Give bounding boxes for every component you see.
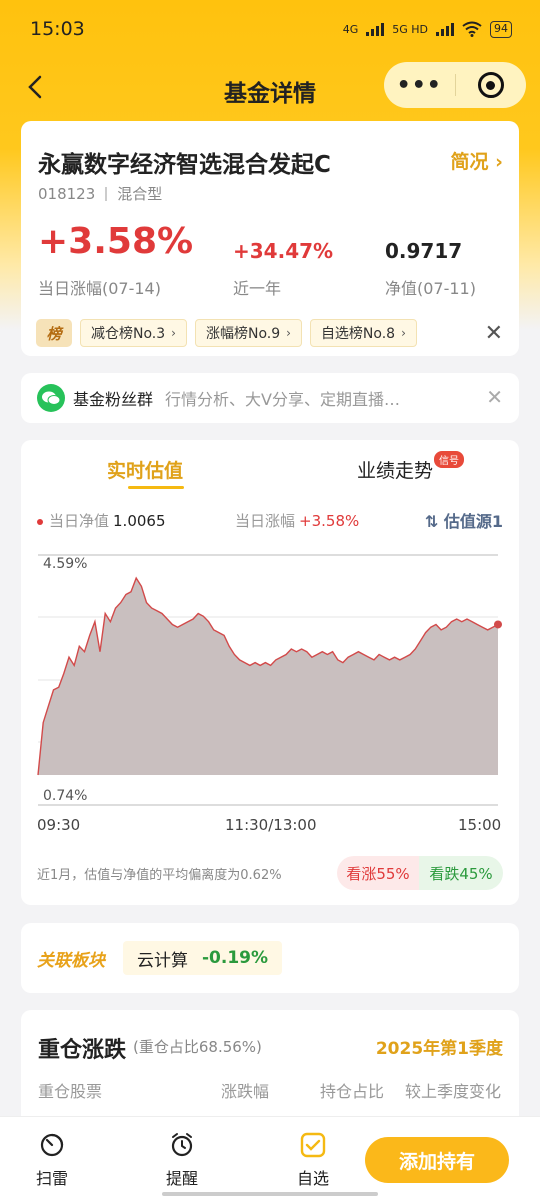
tab-realtime-estimate[interactable]: 实时估值	[107, 456, 183, 483]
estimate-chart-card: 实时估值 业绩走势 信号 当日净值 1.0065 当日涨幅 +3.58% ⇅ 估值源…	[21, 440, 519, 905]
nav-bar: 基金详情 •••	[0, 58, 540, 118]
signal-icon	[366, 22, 385, 36]
y-tick-min: 0.74%	[43, 788, 87, 804]
est-change-label: 当日涨幅	[235, 512, 296, 530]
day-change-label: 当日涨幅(07-14)	[38, 279, 161, 298]
year-change-value: +34.47%	[233, 239, 334, 263]
watchlist-label: 自选	[296, 1169, 329, 1188]
check-square-icon	[299, 1131, 327, 1159]
year-change-label: 近一年	[233, 279, 282, 298]
latest-point	[494, 620, 502, 629]
signal-badge: 信号	[434, 451, 464, 468]
home-indicator	[162, 1192, 378, 1196]
vote-down-button[interactable]: 看跌45%	[419, 856, 503, 890]
holdings-ratio: (重仓占比68.56%)	[133, 1038, 262, 1056]
tag-gain-rank[interactable]: 涨幅榜No.9 ›	[194, 319, 302, 347]
deviation-note: 近1月，估值与净值的平均偏离度为0.62%	[37, 868, 282, 883]
tag-label: 自选榜No.8	[320, 326, 396, 342]
wifi-icon	[462, 21, 482, 37]
related-sector-card: 关联板块 云计算 -0.19%	[21, 923, 519, 993]
tab-performance[interactable]: 业绩走势	[357, 456, 433, 483]
mini-program-capsule: •••	[384, 62, 526, 108]
nav-label: 净值(07-11)	[385, 279, 476, 298]
rank-badge-icon: 榜	[36, 319, 72, 347]
rank-tags: 榜 减仓榜No.3 › 涨幅榜No.9 › 自选榜No.8 ›	[36, 319, 417, 347]
holdings-title: 重仓涨跌	[38, 1038, 127, 1063]
fund-summary-card: 永赢数字经济智选混合发起C 简况 › 018123 混合型 +3.58% +34…	[21, 121, 519, 356]
chevron-right-icon: ›	[286, 326, 291, 340]
x-tick-end: 15:00	[458, 816, 502, 834]
vote-up-button[interactable]: 看涨55%	[337, 856, 419, 890]
battery-icon: 94	[490, 20, 512, 38]
tag-watch-rank[interactable]: 自选榜No.8 ›	[309, 319, 417, 347]
tag-label: 涨幅榜No.9	[205, 326, 281, 342]
day-change-value: +3.58%	[38, 221, 194, 262]
remind-button[interactable]: 提醒	[152, 1131, 212, 1189]
more-icon[interactable]: •••	[384, 73, 455, 98]
sector-change: -0.19%	[202, 948, 269, 968]
status-time: 15:03	[30, 18, 85, 40]
net-5g-label: 5G HD	[392, 22, 428, 36]
fans-group-desc: 行情分析、大V分享、定期直播…	[165, 390, 400, 409]
signal-icon	[436, 22, 454, 36]
fund-name: 永赢数字经济智选混合发起C	[38, 152, 331, 178]
y-tick-max: 4.59%	[43, 556, 87, 572]
alarm-clock-icon	[168, 1131, 196, 1159]
column-header-weight: 持仓占比	[320, 1082, 385, 1101]
nav-value: 0.9717	[385, 239, 463, 263]
remind-label: 提醒	[165, 1169, 198, 1188]
chevron-right-icon: ›	[401, 326, 406, 340]
tag-reduce-rank[interactable]: 减仓榜No.3 ›	[80, 319, 187, 347]
est-nav-label: 当日净值	[49, 512, 110, 530]
close-icon[interactable]: ✕	[486, 385, 503, 409]
active-tab-indicator	[128, 486, 184, 489]
estimate-info-row: 当日净值 1.0065 当日涨幅 +3.58% ⇅ 估值源1	[37, 510, 503, 531]
scan-label: 扫雷	[35, 1169, 68, 1188]
column-header-stock: 重仓股票	[38, 1082, 103, 1101]
add-holding-button[interactable]: 添加持有	[365, 1137, 509, 1183]
chevron-right-icon: ›	[171, 326, 176, 340]
tag-label: 减仓榜No.3	[91, 326, 166, 342]
x-tick-start: 09:30	[37, 816, 81, 834]
net-4g-label: 4G	[342, 22, 359, 36]
estimate-area	[38, 578, 498, 775]
est-nav-value: 1.0065	[113, 512, 166, 530]
sector-name: 云计算	[137, 950, 188, 971]
fans-group-banner[interactable]: 基金粉丝群 行情分析、大V分享、定期直播… ✕	[21, 373, 519, 423]
column-header-qoq: 较上季度变化	[405, 1082, 502, 1101]
close-program-button[interactable]	[456, 72, 527, 98]
quarter-selector[interactable]: 2025年第1季度	[376, 1034, 503, 1059]
scan-button[interactable]: 扫雷	[22, 1131, 82, 1189]
legend-dot	[37, 518, 43, 525]
target-icon	[477, 72, 504, 98]
wechat-icon	[37, 384, 65, 412]
overview-link[interactable]: 简况 ›	[451, 147, 503, 174]
intraday-chart: 4.59% 0.74%	[37, 554, 502, 806]
sector-tag[interactable]: 云计算 -0.19%	[123, 941, 283, 975]
fund-type: 混合型	[117, 185, 163, 203]
watchlist-button[interactable]: 自选	[283, 1131, 343, 1189]
scan-icon	[38, 1131, 66, 1159]
fund-meta: 018123 混合型	[38, 183, 162, 204]
estimate-source-switch[interactable]: ⇅ 估值源1	[425, 508, 503, 532]
x-tick-mid: 11:30/13:00	[225, 816, 317, 834]
column-header-change: 涨跌幅	[221, 1082, 270, 1101]
status-icons: 4G 5G HD 94	[342, 20, 512, 38]
est-change-value: +3.58%	[299, 512, 360, 530]
close-icon[interactable]: ✕	[485, 321, 503, 346]
bottom-action-bar: 扫雷 提醒 自选 添加持有	[0, 1116, 540, 1200]
fans-group-name: 基金粉丝群	[73, 390, 154, 409]
related-sector-logo: 关联板块	[37, 950, 105, 971]
divider	[105, 186, 108, 201]
status-bar: 15:03 4G 5G HD 94	[0, 0, 540, 58]
fund-code: 018123	[38, 184, 96, 203]
